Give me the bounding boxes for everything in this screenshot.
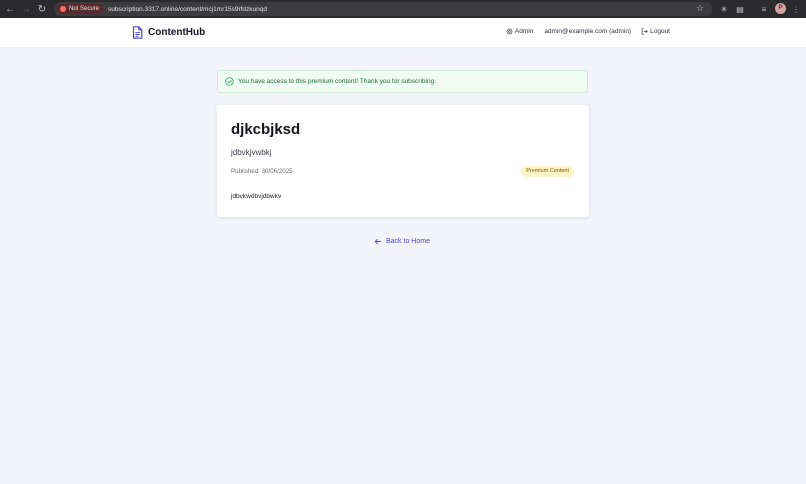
arrow-left-icon xyxy=(374,238,382,245)
url-text[interactable]: subscription.3317.online/content/mcj1mr1… xyxy=(108,6,267,13)
gear-icon xyxy=(506,28,513,35)
content-body: jdbvkwdbvjdbwkv xyxy=(231,193,282,200)
header-nav: Admin admin@example.com (admin) Logout xyxy=(506,28,670,35)
logout-link[interactable]: Logout xyxy=(641,28,670,35)
brand[interactable]: ContentHub xyxy=(132,26,205,39)
brand-name: ContentHub xyxy=(148,27,206,38)
bookmark-star-icon[interactable]: ☆ xyxy=(696,3,704,14)
warning-icon xyxy=(60,6,66,12)
back-arrow-icon[interactable]: ← xyxy=(2,1,18,17)
content-card: djkcbjksd jdbvkjvwbkj Published: 30/06/2… xyxy=(217,105,589,217)
content-subtitle: jdbvkjvwbkj xyxy=(231,148,272,157)
content-title: djkcbjksd xyxy=(231,121,301,138)
tab-search-icon[interactable]: ≡ xyxy=(757,2,771,16)
app-header: ContentHub Admin admin@example.com (admi… xyxy=(0,18,806,48)
logout-label: Logout xyxy=(650,28,670,35)
extensions-puzzle-icon[interactable]: ▤ xyxy=(733,2,747,16)
back-to-home-link[interactable]: Back to Home xyxy=(374,238,430,245)
logout-icon xyxy=(641,28,648,35)
browser-toolbar: ← → ↻ Not Secure subscription.3317.onlin… xyxy=(0,0,806,18)
security-label: Not Secure xyxy=(69,6,100,12)
forward-arrow-icon[interactable]: → xyxy=(18,1,34,17)
premium-badge: Premium Content xyxy=(521,166,574,177)
alert-message: You have access to this premium content!… xyxy=(238,78,436,85)
menu-kebab-icon[interactable]: ⋮ xyxy=(789,2,803,16)
admin-label: Admin xyxy=(514,28,534,35)
access-alert: You have access to this premium content!… xyxy=(217,70,588,93)
address-bar[interactable]: Not Secure subscription.3317.online/cont… xyxy=(54,2,712,16)
back-to-home-label: Back to Home xyxy=(386,238,430,245)
document-icon xyxy=(132,26,143,39)
user-email: admin@example.com (admin) xyxy=(544,28,632,35)
not-secure-chip[interactable]: Not Secure xyxy=(57,4,104,14)
published-date: Published: 30/06/2025 xyxy=(231,168,293,175)
reload-icon[interactable]: ↻ xyxy=(34,1,50,17)
admin-link[interactable]: Admin xyxy=(506,28,533,35)
check-circle-icon xyxy=(225,77,234,86)
extension-icon[interactable]: ✳ xyxy=(717,2,731,16)
profile-avatar[interactable]: P xyxy=(775,3,786,14)
